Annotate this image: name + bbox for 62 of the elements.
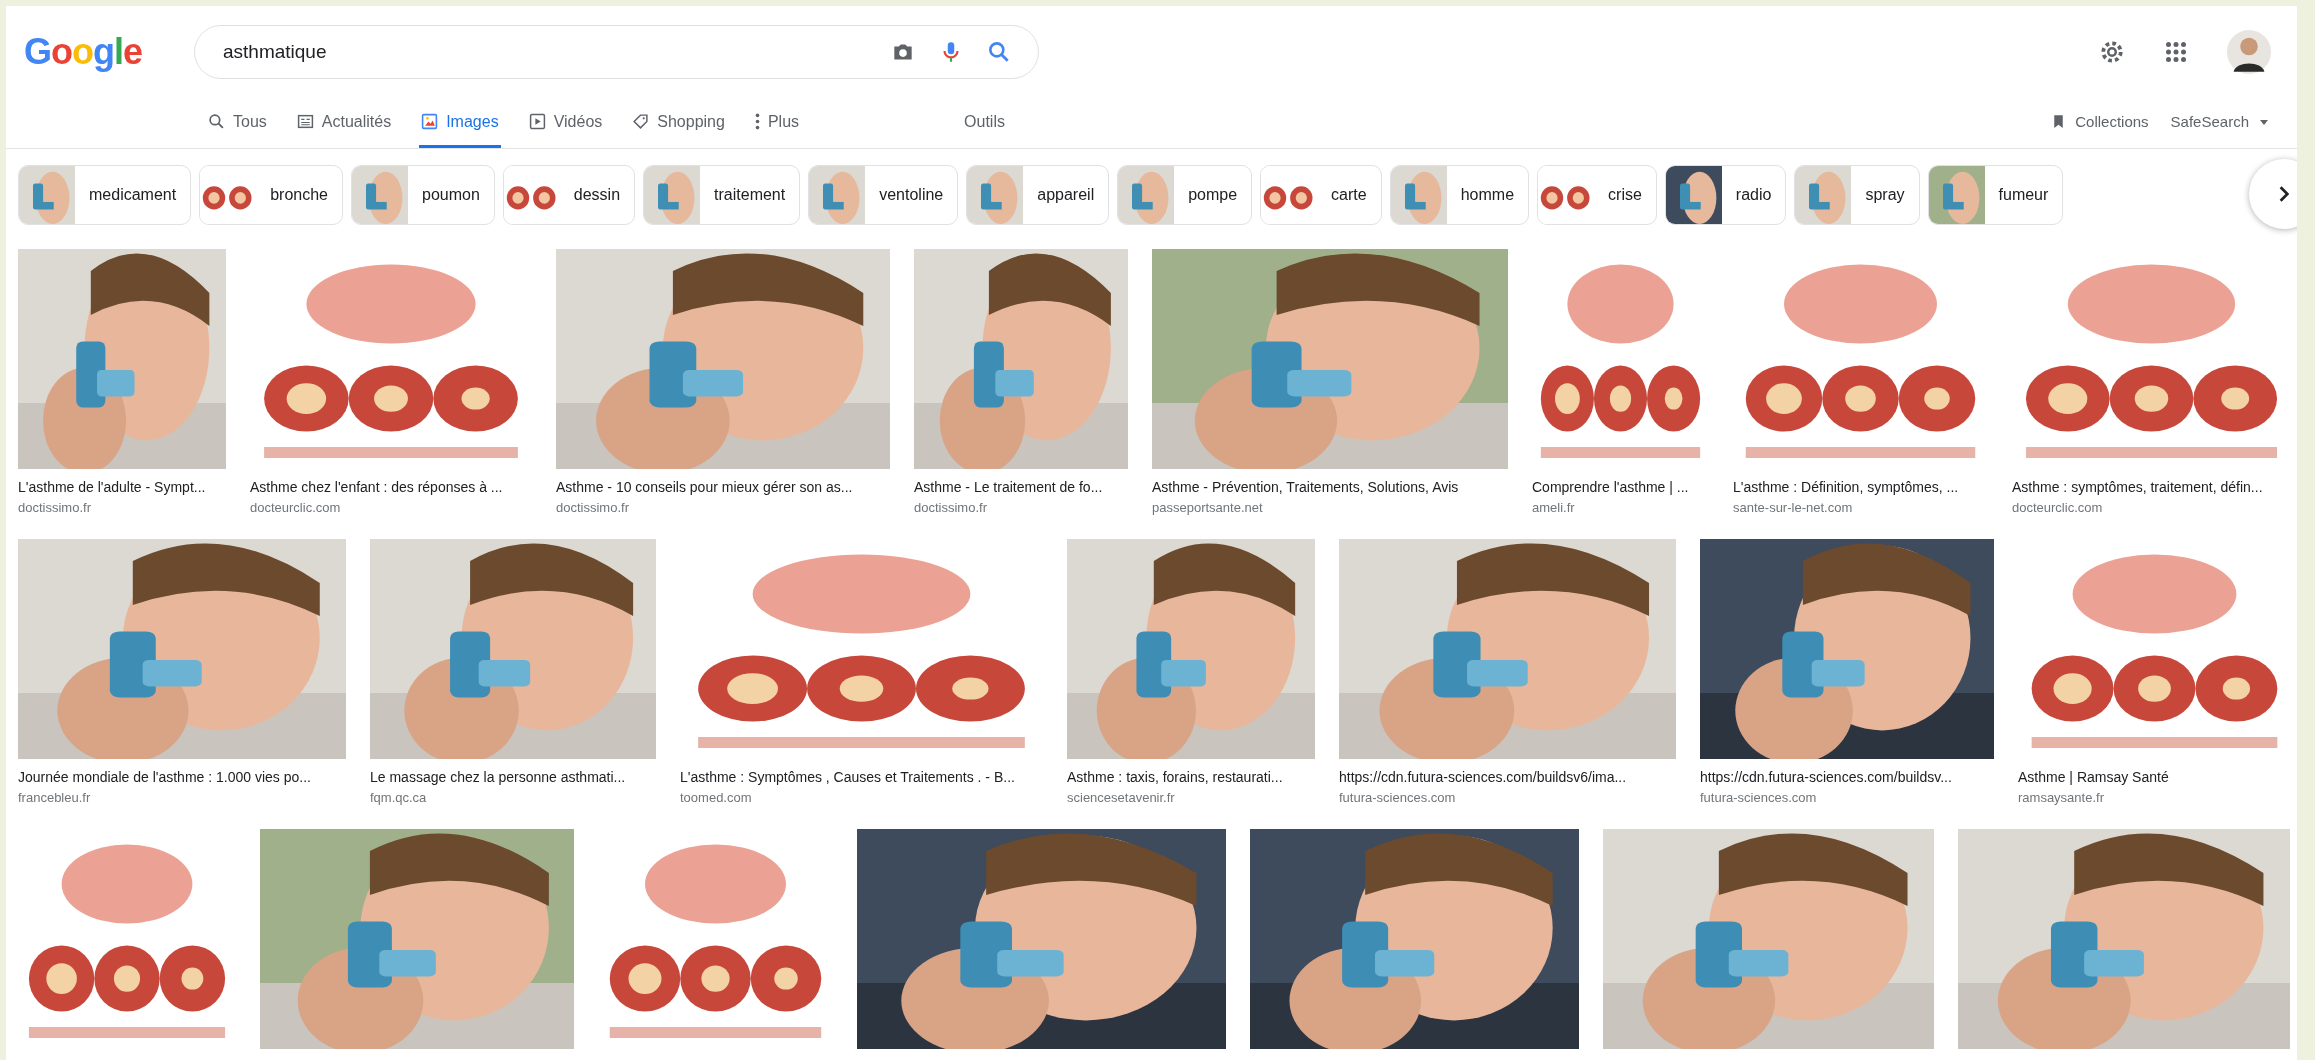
play-icon bbox=[528, 113, 546, 130]
related-search-chip[interactable]: fumeur bbox=[1927, 165, 2064, 225]
related-search-chip[interactable]: spray bbox=[1794, 165, 1920, 225]
related-search-chip[interactable]: appareil bbox=[966, 165, 1110, 225]
result-source: toomed.com bbox=[680, 790, 753, 805]
result-title[interactable]: Asthme : taxis, forains, restaurati... bbox=[1067, 769, 1315, 785]
result-title[interactable]: https://cdn.futura-sciences.com/buildsv6/ima... bbox=[1339, 769, 1676, 785]
result-title[interactable]: L'asthme : Symptômes , Causes et Traitements . - B... bbox=[680, 769, 1043, 785]
nav-tab[interactable]: Shopping bbox=[630, 98, 727, 148]
result-title[interactable]: Asthme - Le traitement de fo... bbox=[914, 479, 1128, 495]
result-source: futura-sciences.com bbox=[1339, 790, 1457, 805]
result-source: doctissimo.fr bbox=[556, 500, 630, 515]
result-title[interactable]: Asthme chez l'enfant : des réponses à ... bbox=[250, 479, 532, 495]
collections-link[interactable]: Collections bbox=[2048, 98, 2151, 148]
result-title[interactable]: Asthme | Ramsay Santé bbox=[2018, 769, 2291, 785]
result-title[interactable]: Comprendre l'asthme | ... bbox=[1532, 479, 1709, 495]
result-title[interactable]: Asthme - 10 conseils pour mieux gérer son as... bbox=[556, 479, 890, 495]
related-search-chip[interactable]: traitement bbox=[643, 165, 801, 225]
newspaper-icon bbox=[296, 113, 314, 130]
google-logo[interactable]: Google bbox=[24, 31, 174, 73]
nav-tab[interactable]: Tous bbox=[206, 98, 269, 148]
nav-tab[interactable]: Images bbox=[419, 98, 501, 148]
result-source: ameli.fr bbox=[1532, 500, 1576, 515]
result-source: ramsaysante.fr bbox=[2018, 790, 2105, 805]
result-source: doctissimo.fr bbox=[914, 500, 988, 515]
search-icon bbox=[208, 113, 225, 130]
more-dots-icon bbox=[754, 113, 760, 130]
result-title[interactable]: https://cdn.futura-sciences.com/buildsv... bbox=[1700, 769, 1994, 785]
result-source: sciencesetavenir.fr bbox=[1067, 790, 1176, 805]
result-source: francebleu.fr bbox=[18, 790, 92, 805]
result-source: docteurclic.com bbox=[250, 500, 342, 515]
related-search-chip[interactable]: pompe bbox=[1117, 165, 1253, 225]
related-search-chip[interactable]: medicament bbox=[18, 165, 192, 225]
nav-tab[interactable]: Actualités bbox=[294, 98, 394, 148]
search-field[interactable]: asthmatique bbox=[221, 40, 868, 64]
avatar-icon[interactable] bbox=[2227, 30, 2271, 74]
related-search-chip[interactable]: carte bbox=[1260, 165, 1382, 225]
result-source: fqm.qc.ca bbox=[370, 790, 428, 805]
related-search-chip[interactable]: poumon bbox=[351, 165, 495, 225]
related-search-chip[interactable]: dessin bbox=[502, 165, 636, 225]
result-source: futura-sciences.com bbox=[1700, 790, 1818, 805]
result-source: docteurclic.com bbox=[2012, 500, 2104, 515]
result-title[interactable]: L'asthme de l'adulte - Sympt... bbox=[18, 479, 226, 495]
tag-icon bbox=[632, 113, 650, 130]
related-search-chip[interactable]: crise bbox=[1537, 165, 1657, 225]
related-search-chip[interactable]: homme bbox=[1389, 165, 1530, 225]
result-source: doctissimo.fr bbox=[18, 500, 92, 515]
result-title[interactable]: Asthme : symptômes, traitement, défin... bbox=[2012, 479, 2291, 495]
nav-tab[interactable]: Plus bbox=[752, 98, 802, 148]
tools-link[interactable]: Outils bbox=[962, 98, 1007, 148]
nav-tab[interactable]: Vidéos bbox=[526, 98, 605, 148]
result-title[interactable]: Le massage chez la personne asthmati... bbox=[370, 769, 656, 785]
result-source: sante-sur-le-net.com bbox=[1733, 500, 1854, 515]
related-search-chip[interactable]: bronche bbox=[199, 165, 343, 225]
result-title[interactable]: Asthme - Prévention, Traitements, Solutions, Avis bbox=[1152, 479, 1508, 495]
image-icon bbox=[421, 113, 439, 130]
result-title[interactable]: L'asthme : Définition, symptômes, ... bbox=[1733, 479, 1988, 495]
related-search-chip[interactable]: ventoline bbox=[808, 165, 959, 225]
related-search-chip[interactable]: radio bbox=[1664, 165, 1787, 225]
safesearch-dropdown[interactable]: SafeSearch bbox=[2168, 98, 2271, 148]
result-title[interactable]: Journée mondiale de l'asthme : 1.000 vies po... bbox=[18, 769, 346, 785]
result-source: passeportsante.net bbox=[1152, 500, 1264, 515]
